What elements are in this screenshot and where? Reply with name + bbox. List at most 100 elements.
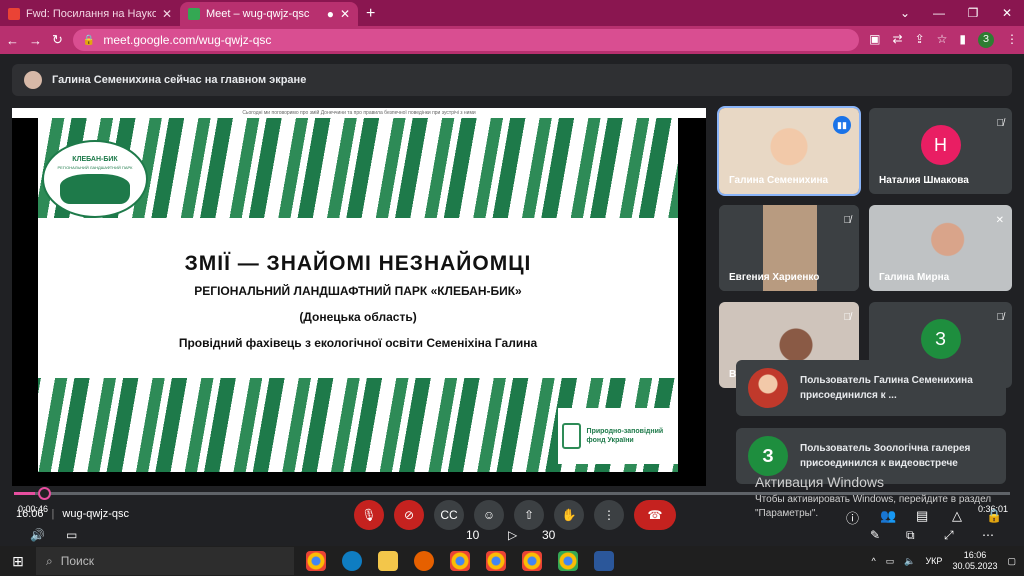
slide-line-region: (Донецька область) (299, 310, 417, 324)
progress-knob[interactable] (38, 487, 51, 500)
participant-name: Галина Семенихина (729, 175, 829, 186)
close-tab-icon[interactable]: ✕ (162, 7, 172, 21)
slide-line-park: РЕГІОНАЛЬНИЙ ЛАНДШАФТНИЙ ПАРК «КЛЕБАН-БИ… (194, 284, 522, 298)
toast-avatar (748, 368, 788, 408)
taskbar-clock[interactable]: 16:06 30.05.2023 (952, 550, 997, 572)
windows-start-icon[interactable]: ⊞ (0, 553, 36, 570)
pip-icon[interactable]: ⧉ (906, 528, 915, 543)
url-text[interactable]: meet.google.com/wug-qwjz-qsc (103, 33, 271, 47)
chrome-icon[interactable] (558, 551, 578, 571)
tray-chevron-icon[interactable]: ^ (872, 556, 876, 566)
volume-icon[interactable]: 🔊 (30, 528, 45, 542)
main-stage: Сьогодні ми поговоримо про змій Донеччин… (12, 108, 706, 486)
share-icon[interactable]: ⇪ (915, 32, 925, 48)
edit-icon[interactable]: ✎ (870, 528, 880, 542)
pzf-mark-icon (562, 423, 581, 449)
emoji-icon[interactable]: ☺ (474, 500, 504, 530)
progress-fill (14, 492, 35, 495)
pzf-logo: Природно-заповідний фонд України (558, 408, 678, 464)
language-indicator[interactable]: УКР (925, 556, 942, 566)
present-screen-icon[interactable]: ⇧ (514, 500, 544, 530)
meeting-clock: 16:06 (16, 508, 44, 520)
host-controls-icon[interactable]: 🔒 (986, 508, 1002, 524)
people-icon[interactable]: 👥 (880, 508, 896, 524)
chrome-icon[interactable] (306, 551, 326, 571)
recording-indicator-icon: ● (326, 7, 334, 21)
forward-button[interactable]: 30 (542, 528, 555, 542)
presentation-slide: КЛЕБАН-БИК РЕГІОНАЛЬНИЙ ЛАНДШАФТНИЙ ПАРК… (38, 118, 678, 472)
forward-icon[interactable]: → (29, 33, 42, 48)
sidebar-icon[interactable]: ▮ (959, 32, 966, 48)
chrome-icon[interactable] (522, 551, 542, 571)
toast-text: Пользователь Галина Семенихина присоедин… (800, 375, 973, 401)
new-tab-button[interactable]: + (366, 5, 375, 23)
firefox-icon[interactable] (414, 551, 434, 571)
browser-tab-meet[interactable]: Meet – wug-qwjz-qsc ● ✕ (180, 2, 358, 26)
more-options-icon[interactable]: ⋮ (594, 500, 624, 530)
minimize-icon[interactable]: — (922, 6, 956, 20)
participant-avatar: Н (920, 125, 961, 165)
camera-icon[interactable]: ▣ (869, 32, 880, 48)
end-call-button[interactable]: ☎ (634, 500, 676, 530)
player-more-icon[interactable]: ⋯ (982, 528, 994, 542)
file-explorer-icon[interactable] (378, 551, 398, 571)
taskbar-search[interactable]: ⌕ Поиск (36, 547, 294, 575)
notifications-icon[interactable]: ▢ (1007, 556, 1016, 567)
tab-title: Fwd: Посилання на Науковий п... (26, 8, 156, 20)
translate-icon[interactable]: ⇄ (893, 32, 903, 48)
mic-muted-icon: 🎙̸ (843, 215, 852, 226)
participant-name: Евгения Хариенко (729, 272, 820, 283)
edge-icon[interactable] (342, 551, 362, 571)
address-bar[interactable]: 🔒 meet.google.com/wug-qwjz-qsc (72, 29, 860, 51)
close-window-icon[interactable]: ✕ (990, 6, 1024, 20)
bison-logo-image (60, 174, 130, 204)
captions-icon[interactable]: CC (434, 500, 464, 530)
separator: | (51, 508, 55, 520)
volume-tray-icon[interactable]: 🔈 (904, 556, 915, 567)
browser-toolbar: ← → ↻ 🔒 meet.google.com/wug-qwjz-qsc ▣ ⇄… (0, 26, 1024, 54)
info-icon[interactable]: ⓘ (846, 508, 859, 527)
rewind-button[interactable]: 10 (466, 528, 479, 542)
call-controls: 🎙 ⊘ CC ☺ ⇧ ✋ ⋮ ☎ (354, 500, 676, 530)
tab-title: Meet – wug-qwjz-qsc (206, 8, 310, 20)
participant-tile[interactable]: 🎙̸ Евгения Хариенко (719, 205, 859, 291)
browser-tab-strip: Fwd: Посилання на Науковий п... ✕ Meet –… (0, 0, 1024, 26)
speaking-indicator-icon: ▮▮ (833, 116, 851, 134)
reload-icon[interactable]: ↻ (52, 32, 63, 48)
participant-tile[interactable]: ✕ Галина Мирна (869, 205, 1012, 291)
lock-icon[interactable]: 🔒 (83, 35, 95, 46)
activities-icon[interactable]: △ (952, 508, 962, 524)
play-icon[interactable]: ▷ (508, 528, 517, 542)
participant-name: Наталия Шмакова (879, 175, 969, 186)
fullscreen-icon[interactable]: ⤢ (944, 528, 954, 543)
slide-line-author: Провідний фахівець з екологічної освіти … (178, 336, 538, 350)
camera-toggle-icon[interactable]: ⊘ (394, 500, 424, 530)
raise-hand-icon[interactable]: ✋ (554, 500, 584, 530)
chrome-icon[interactable] (486, 551, 506, 571)
browser-tab-fwd[interactable]: Fwd: Посилання на Науковий п... ✕ (0, 2, 180, 26)
mic-toggle-icon[interactable]: 🎙 (354, 500, 384, 530)
chat-icon[interactable]: ▤ (916, 508, 928, 524)
taskbar-date: 30.05.2023 (952, 561, 998, 571)
meeting-info: 16:06 | wug-qwjz-qsc (16, 508, 129, 520)
tab-search-icon[interactable]: ⌄ (888, 6, 922, 20)
park-logo: КЛЕБАН-БИК РЕГІОНАЛЬНИЙ ЛАНДШАФТНИЙ ПАРК (42, 140, 148, 218)
participant-tile[interactable]: 🎙̸ Н Наталия Шмакова (869, 108, 1012, 194)
bookmark-star-icon[interactable]: ☆ (937, 32, 948, 48)
chrome-icon[interactable] (450, 551, 470, 571)
participant-tile[interactable]: ▮▮ Галина Семенихина (717, 106, 861, 196)
word-icon[interactable] (594, 551, 614, 571)
search-placeholder: Поиск (60, 554, 94, 568)
meet-icon (188, 8, 200, 20)
subtitles-icon[interactable]: ▭ (66, 528, 77, 542)
restore-icon[interactable]: ❐ (956, 6, 990, 20)
menu-kebab-icon[interactable]: ⋮ (1006, 32, 1018, 48)
back-icon[interactable]: ← (6, 33, 19, 48)
join-notification: Пользователь Галина Семенихина присоедин… (736, 360, 1006, 416)
network-icon[interactable]: ▭ (886, 556, 895, 567)
profile-avatar[interactable]: З (978, 32, 994, 48)
logo-subtitle: РЕГІОНАЛЬНИЙ ЛАНДШАФТНИЙ ПАРК (57, 165, 133, 170)
mic-muted-icon: ✕ (995, 215, 1004, 226)
presenter-banner-text: Галина Семенихина сейчас на главном экра… (52, 74, 307, 86)
close-tab-icon[interactable]: ✕ (340, 7, 350, 21)
